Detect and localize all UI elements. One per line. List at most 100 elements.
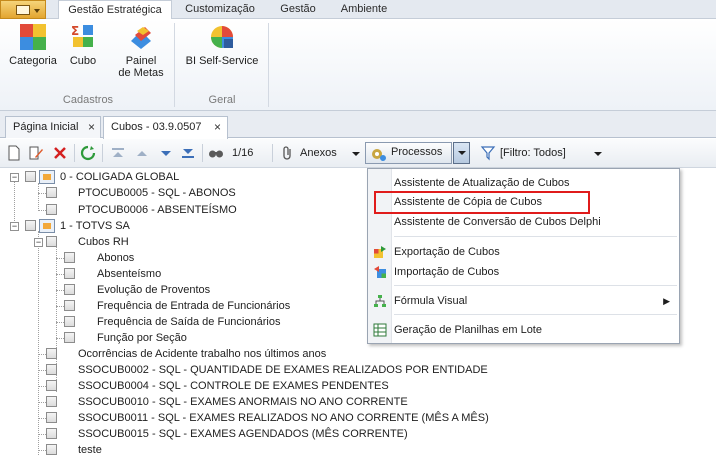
menu-separator bbox=[394, 285, 677, 286]
tree-checkbox[interactable] bbox=[46, 412, 57, 423]
new-record-icon[interactable] bbox=[6, 145, 22, 161]
tree-checkbox[interactable] bbox=[46, 236, 57, 247]
tree-checkbox[interactable] bbox=[64, 284, 75, 295]
anexos-button[interactable]: Anexos bbox=[300, 143, 337, 163]
tree-node-ssocub0004[interactable]: SSOCUB0004 - SQL - CONTROLE DE EXAMES PE… bbox=[0, 378, 500, 394]
tree-node-cubos-rh[interactable]: − Cubos RH bbox=[0, 234, 400, 250]
tree-node-coligada-global[interactable]: − 0 - COLIGADA GLOBAL bbox=[0, 169, 400, 185]
search-icon[interactable] bbox=[208, 145, 224, 161]
tree-checkbox[interactable] bbox=[64, 316, 75, 327]
tab-gestao-estrategica[interactable]: Gestão Estratégica bbox=[58, 0, 172, 20]
close-icon[interactable]: × bbox=[88, 117, 95, 137]
menu-item-geracao-planilhas[interactable]: Geração de Planilhas em Lote bbox=[369, 320, 678, 340]
processos-button[interactable]: Processos bbox=[365, 142, 452, 164]
tree-node-evolucao[interactable]: Evolução de Proventos bbox=[0, 282, 400, 298]
tree-checkbox[interactable] bbox=[46, 348, 57, 359]
tree-node-ptocub0006[interactable]: PTOCUB0006 - ABSENTEÍSMO bbox=[0, 202, 400, 218]
tree-checkbox[interactable] bbox=[25, 171, 36, 182]
tree-checkbox[interactable] bbox=[25, 220, 36, 231]
tree-checkbox[interactable] bbox=[46, 396, 57, 407]
menu-item-formula-visual[interactable]: Fórmula Visual ▶ bbox=[369, 291, 678, 311]
tree-node-label: Frequência de Entrada de Funcionários bbox=[97, 300, 291, 312]
tree-node-label: Cubos RH bbox=[78, 236, 129, 248]
tree-node-ssocub0002[interactable]: SSOCUB0002 - SQL - QUANTIDADE DE EXAMES … bbox=[0, 362, 500, 378]
group-label-geral: Geral bbox=[208, 94, 236, 106]
paperclip-icon[interactable] bbox=[280, 145, 296, 161]
tree-checkbox[interactable] bbox=[46, 187, 57, 198]
tree-node-totvs[interactable]: − 1 - TOTVS SA bbox=[0, 218, 400, 234]
edit-record-icon[interactable] bbox=[28, 145, 44, 161]
tab-gestao[interactable]: Gestão bbox=[272, 0, 324, 19]
tree-checkbox[interactable] bbox=[64, 332, 75, 343]
tree-node-ocorrencias[interactable]: Ocorrências de Acidente trabalho nos últ… bbox=[0, 346, 400, 362]
filter-icon[interactable] bbox=[480, 145, 496, 161]
chevron-down-icon[interactable] bbox=[352, 152, 360, 156]
tree-checkbox[interactable] bbox=[46, 204, 57, 215]
import-cubes-icon bbox=[374, 266, 386, 278]
refresh-icon[interactable] bbox=[80, 145, 96, 161]
painel-metas-icon bbox=[127, 23, 155, 51]
tab-customizacao[interactable]: Customização bbox=[178, 0, 262, 19]
menu-item-importacao-label: Importação de Cubos bbox=[394, 266, 500, 278]
tree-node-freq-entrada[interactable]: Frequência de Entrada de Funcionários bbox=[0, 298, 400, 314]
menu-item-assistente-conversao[interactable]: Assistente de Conversão de Cubos Delphi bbox=[369, 212, 678, 232]
bi-self-service-button[interactable]: BI Self-Service bbox=[180, 23, 264, 67]
painel-de-metas-button[interactable]: Painel de Metas bbox=[114, 23, 168, 79]
categoria-button[interactable]: Categoria bbox=[6, 23, 60, 67]
close-icon[interactable]: × bbox=[214, 117, 221, 137]
tree-node-label: Absenteísmo bbox=[97, 268, 162, 280]
tree-node-teste[interactable]: teste bbox=[0, 442, 400, 458]
tree-node-ptocub0005[interactable]: PTOCUB0005 - SQL - ABONOS bbox=[0, 185, 400, 201]
menu-item-exportacao-label: Exportação de Cubos bbox=[394, 246, 500, 258]
toolbar: 1/16 Anexos Processos [Filtro: Todos] bbox=[0, 139, 716, 168]
delete-icon[interactable] bbox=[52, 145, 68, 161]
tree-node-freq-saida[interactable]: Frequência de Saída de Funcionários bbox=[0, 314, 400, 330]
tree-node-label: teste bbox=[78, 444, 102, 456]
company-icon bbox=[39, 170, 55, 184]
tree-node-abonos[interactable]: Abonos bbox=[0, 250, 400, 266]
tree-checkbox[interactable] bbox=[64, 252, 75, 263]
tab-pagina-inicial[interactable]: Página Inicial × bbox=[5, 116, 101, 138]
menu-separator bbox=[394, 236, 677, 237]
collapse-icon[interactable]: − bbox=[10, 173, 19, 182]
tree-node-absenteismo[interactable]: Absenteísmo bbox=[0, 266, 400, 282]
menu-item-assistente-atualizacao[interactable]: Assistente de Atualização de Cubos bbox=[369, 173, 678, 193]
tree-node-ssocub0010[interactable]: SSOCUB0010 - SQL - EXAMES ANORMAIS NO AN… bbox=[0, 394, 500, 410]
tab-pagina-inicial-label: Página Inicial bbox=[13, 121, 79, 133]
svg-text:Σ: Σ bbox=[71, 24, 79, 38]
tree-node-ssocub0015[interactable]: SSOCUB0015 - SQL - EXAMES AGENDADOS (MÊS… bbox=[0, 426, 500, 442]
menu-item-importacao[interactable]: Importação de Cubos bbox=[369, 262, 678, 282]
cubo-button[interactable]: Σ Cubo bbox=[64, 23, 102, 67]
collapse-icon[interactable]: − bbox=[10, 222, 19, 231]
filter-button[interactable]: [Filtro: Todos] bbox=[500, 143, 566, 163]
tree-node-label: PTOCUB0006 - ABSENTEÍSMO bbox=[78, 204, 237, 216]
menu-item-geracao-planilhas-label: Geração de Planilhas em Lote bbox=[394, 324, 542, 336]
tab-cubos-label: Cubos - 03.9.0507 bbox=[111, 121, 202, 133]
tree-node-funcao-secao[interactable]: Função por Seção bbox=[0, 330, 400, 346]
group-label-cadastros: Cadastros bbox=[62, 94, 114, 106]
next-record-icon[interactable] bbox=[158, 145, 174, 161]
menu-item-exportacao[interactable]: Exportação de Cubos bbox=[369, 242, 678, 262]
bi-self-service-icon bbox=[208, 23, 236, 51]
first-record-icon[interactable] bbox=[110, 145, 126, 161]
tree-checkbox[interactable] bbox=[46, 364, 57, 375]
chevron-down-icon[interactable] bbox=[594, 152, 602, 156]
cubo-label: Cubo bbox=[69, 55, 97, 67]
tree-node-label: SSOCUB0010 - SQL - EXAMES ANORMAIS NO AN… bbox=[78, 396, 408, 408]
tree-node-ssocub0011[interactable]: SSOCUB0011 - SQL - EXAMES REALIZADOS NO … bbox=[0, 410, 500, 426]
tree-node-label: PTOCUB0005 - SQL - ABONOS bbox=[78, 187, 236, 199]
tree-checkbox[interactable] bbox=[46, 444, 57, 455]
tab-cubos[interactable]: Cubos - 03.9.0507 × bbox=[103, 116, 228, 139]
processos-dropdown-toggle[interactable] bbox=[453, 142, 470, 164]
tab-ambiente[interactable]: Ambiente bbox=[334, 0, 394, 19]
tree-node-label: Frequência de Saída de Funcionários bbox=[97, 316, 281, 328]
previous-record-icon[interactable] bbox=[134, 145, 150, 161]
tree-checkbox[interactable] bbox=[46, 380, 57, 391]
tree-node-label: SSOCUB0015 - SQL - EXAMES AGENDADOS (MÊS… bbox=[78, 428, 408, 440]
last-record-icon[interactable] bbox=[180, 145, 196, 161]
tree-checkbox[interactable] bbox=[46, 428, 57, 439]
tree-checkbox[interactable] bbox=[64, 268, 75, 279]
tree-checkbox[interactable] bbox=[64, 300, 75, 311]
collapse-icon[interactable]: − bbox=[34, 238, 43, 247]
application-menu-button[interactable] bbox=[0, 0, 46, 19]
